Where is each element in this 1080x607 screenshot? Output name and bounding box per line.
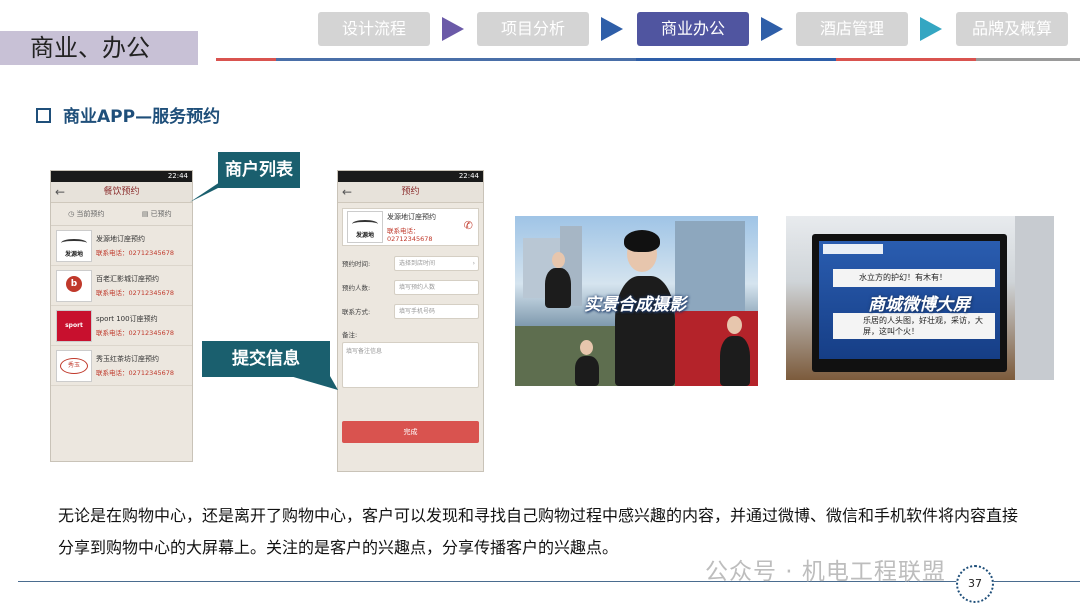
mall-screen-photo: 水立方的护幻！有木有！ 乐居的人头图，好壮观，采访，大屏，这叫个火！ 商城微博大… [786, 216, 1054, 380]
header-divider [276, 58, 636, 61]
merchant-name: 秀玉红茶坊订座预约 [96, 355, 159, 363]
callout-submit-info: 提交信息 [202, 341, 330, 377]
merchant-name: 发源地订座预约 [387, 212, 436, 221]
submit-button[interactable]: 完成 [342, 421, 479, 443]
note-label: 备注: [342, 331, 358, 339]
merchant-logo: 发源地 [347, 211, 383, 243]
header-divider [976, 58, 1080, 61]
party-size-row: 预约人数: 填写预约人数 [338, 275, 483, 299]
contact-field[interactable]: 填写手机号码 [394, 303, 479, 319]
composite-photo: 实景合成摄影 [515, 216, 758, 386]
nav-step-brand-budget[interactable]: 品牌及概算 [956, 12, 1068, 46]
photo-caption: 商城微博大屏 [868, 295, 970, 315]
arrow-right-icon [601, 17, 623, 41]
weibo-post: 乐居的人头图，好壮观，采访，大屏，这叫个火！ [833, 313, 995, 339]
nav-step-design-process[interactable]: 设计流程 [318, 12, 430, 46]
weibo-post: 水立方的护幻！有木有！ [833, 269, 995, 287]
arrow-right-icon [920, 17, 942, 41]
callout-pointer [290, 376, 338, 390]
contact-row: 联系方式: 填写手机号码 [338, 299, 483, 323]
photo-caption: 实景合成摄影 [584, 295, 686, 315]
header-divider [636, 58, 836, 61]
phone-booking-form: 22:44 ← 预约 发源地 发源地订座预约 联系电话：02712345678 … [337, 170, 484, 472]
arrow-right-icon [442, 17, 464, 41]
page-number: 37 [956, 565, 994, 603]
status-bar: 22:44 [338, 171, 483, 182]
app-title: 预约 [401, 187, 420, 197]
merchant-item[interactable]: 发源地 发源地订座预约 联系电话：02712345678 [51, 226, 192, 266]
booking-time-row: 预约时间: 选择到店时间 › [338, 251, 483, 275]
party-size-field[interactable]: 填写预约人数 [394, 279, 479, 295]
merchant-phone: 联系电话：02712345678 [387, 226, 433, 243]
note-textarea[interactable]: 填写备注信息 [342, 342, 479, 388]
merchant-item[interactable]: b 百老汇影城订座预约 联系电话：02712345678 [51, 266, 192, 306]
merchant-phone: 联系电话：02712345678 [96, 289, 174, 297]
tab-bar: ◷ 当前预约 ▤ 已预约 [51, 203, 192, 226]
merchant-logo: 秀玉 [56, 349, 92, 382]
merchant-name: 百老汇影城订座预约 [96, 275, 159, 283]
nav-step-project-analysis[interactable]: 项目分析 [477, 12, 589, 46]
app-bar: ← 预约 [338, 182, 483, 203]
callout-merchant-list: 商户列表 [218, 152, 300, 188]
slide-subtitle: 商业APP—服务预约 [36, 102, 220, 127]
phone-call-icon[interactable]: ✆ [464, 219, 473, 232]
merchant-name: 发源地订座预约 [96, 235, 145, 243]
nav-step-hotel-management[interactable]: 酒店管理 [796, 12, 908, 46]
chevron-right-icon: › [472, 259, 475, 267]
merchant-phone: 联系电话：02712345678 [96, 249, 174, 257]
watermark: 公众号 · 机电工程联盟 [705, 559, 946, 585]
merchant-phone: 联系电话：02712345678 [96, 369, 174, 377]
app-title: 餐饮预约 [103, 187, 140, 197]
back-arrow-icon[interactable]: ← [55, 182, 65, 202]
merchant-logo: 发源地 [56, 229, 92, 262]
status-bar: 22:44 [51, 171, 192, 182]
section-title: 商业、办公 [0, 31, 198, 65]
back-arrow-icon[interactable]: ← [342, 182, 352, 202]
arrow-right-icon [761, 17, 783, 41]
merchant-logo: b [56, 269, 92, 302]
header-divider [216, 58, 276, 61]
booking-merchant-card: 发源地 发源地订座预约 联系电话：02712345678 ✆ [342, 208, 479, 246]
header-divider [836, 58, 976, 61]
app-bar: ← 餐饮预约 [51, 182, 192, 203]
callout-pointer [190, 182, 230, 202]
merchant-name: sport 100订座预约 [96, 315, 158, 323]
merchant-item[interactable]: 秀玉 秀玉红茶坊订座预约 联系电话：02712345678 [51, 346, 192, 386]
nav-step-commercial-office[interactable]: 商业办公 [637, 12, 749, 46]
tab-booked[interactable]: ▤ 已预约 [122, 203, 193, 225]
merchant-logo: sport [56, 309, 92, 342]
merchant-item[interactable]: sport sport 100订座预约 联系电话：02712345678 [51, 306, 192, 346]
booking-time-field[interactable]: 选择到店时间 › [394, 255, 479, 271]
merchant-phone: 联系电话：02712345678 [96, 329, 174, 337]
checkbox-bullet-icon [36, 108, 51, 123]
phone-merchant-list: 22:44 ← 餐饮预约 ◷ 当前预约 ▤ 已预约 发源地 发源地订座预约 联系… [50, 170, 193, 462]
tab-current-booking[interactable]: ◷ 当前预约 [51, 203, 122, 225]
